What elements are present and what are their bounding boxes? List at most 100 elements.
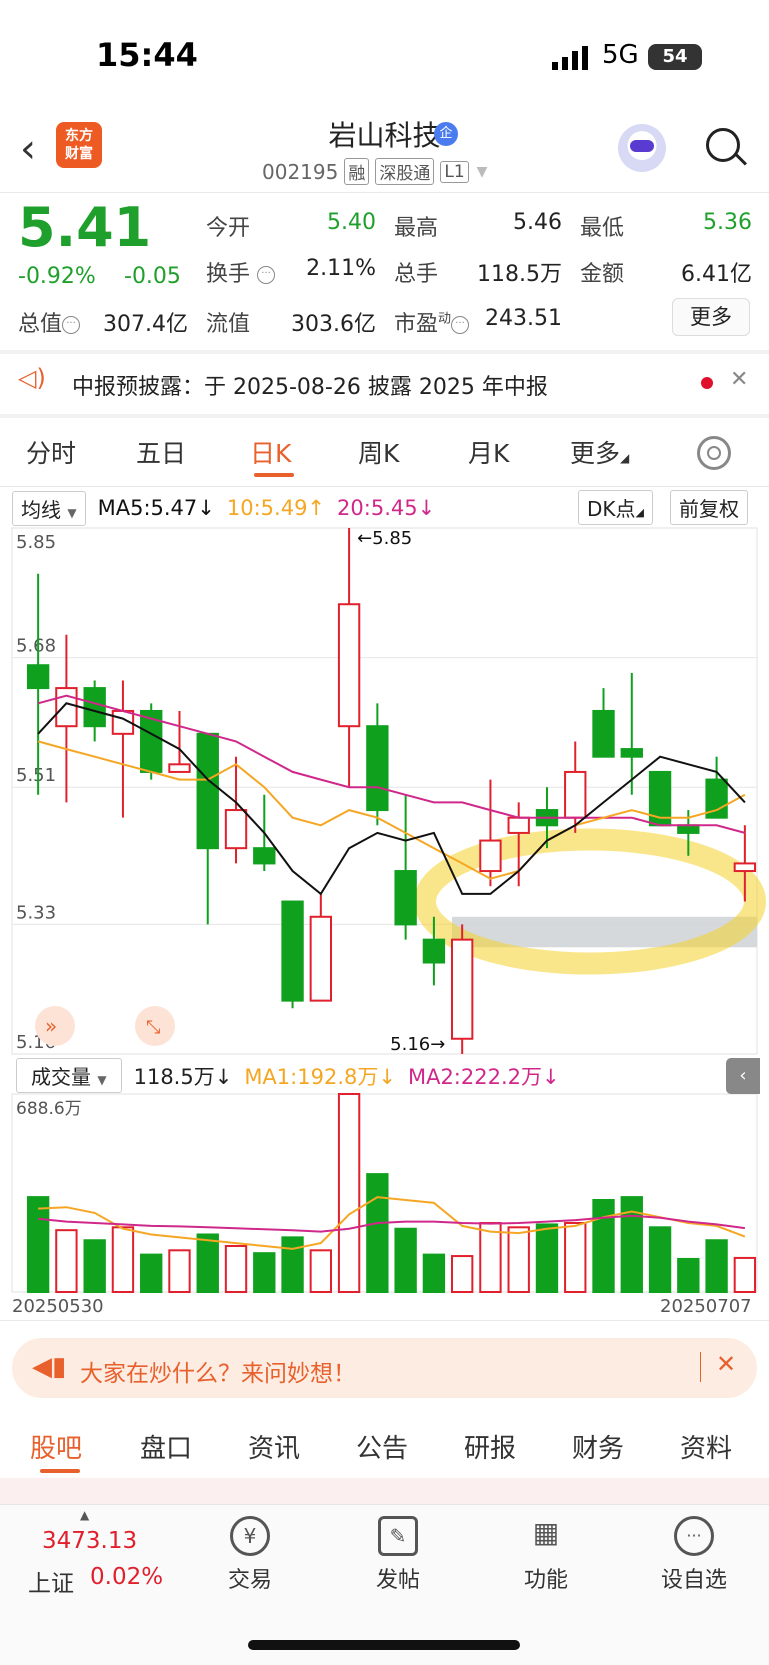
info-icon[interactable]: ···	[257, 266, 276, 284]
price-panel: 5.855.685.515.335.16←5.855.16→» ⤡	[11, 527, 766, 1055]
volume-bar	[140, 1253, 163, 1294]
volume-value: 118.5万	[477, 262, 562, 287]
volume-bar	[535, 1223, 559, 1293]
info-icon[interactable]: ···	[62, 316, 81, 334]
ma10-value: 10:5.49↑	[226, 496, 326, 520]
watchlist-icon[interactable]: ···	[674, 1516, 714, 1556]
candle-body	[450, 938, 474, 1040]
tab-finance[interactable]: 财务	[572, 1428, 624, 1465]
candle-body	[196, 732, 219, 850]
pe-value: 243.51	[485, 306, 562, 331]
index-name: 上证	[28, 1571, 74, 1597]
change-amount: -0.05	[124, 264, 181, 289]
speaker-icon: ◁)	[18, 364, 46, 392]
dk-point-button[interactable]: DK点◢	[578, 490, 653, 525]
candle-body	[677, 824, 700, 834]
megaphone-icon: ◀▮	[32, 1352, 67, 1382]
volume-bar	[479, 1221, 502, 1293]
index-value[interactable]: 3473.13	[42, 1528, 137, 1554]
info-icon[interactable]: ···	[451, 316, 470, 334]
tab-announcements[interactable]: 公告	[356, 1428, 408, 1465]
caret-up-icon: ▲	[80, 1508, 90, 1522]
network-type: 5G	[602, 40, 639, 70]
last-price: 5.41	[18, 196, 152, 259]
candle-body	[253, 847, 276, 865]
trade-icon[interactable]: ¥	[230, 1516, 270, 1556]
volume-bar	[450, 1255, 474, 1293]
adjust-price-button[interactable]: 前复权	[670, 490, 748, 525]
high-label: 最高	[394, 216, 439, 241]
stock-code-row[interactable]: 002195 融 深股通 L1 ▼	[262, 158, 487, 185]
collapse-panel-icon[interactable]: ‹	[726, 1058, 760, 1094]
candle-body	[168, 763, 191, 773]
y-tick-label: 5.33	[16, 902, 56, 923]
more-button[interactable]: 更多	[672, 298, 750, 336]
post-button[interactable]: 发帖	[348, 1562, 448, 1594]
volume-legend: 成交量 ▼ 118.5万↓ MA1:192.8万↓ MA2:222.2万↓	[16, 1058, 560, 1093]
tab-guba[interactable]: 股吧	[30, 1428, 82, 1465]
functions-button[interactable]: 功能	[496, 1562, 596, 1594]
stock-code: 002195	[262, 159, 339, 184]
tab-active-indicator	[254, 473, 294, 477]
tab-weekly-k[interactable]: 周K	[358, 434, 399, 470]
home-indicator	[248, 1640, 520, 1650]
candle-body	[733, 862, 757, 873]
volume-bar	[422, 1253, 446, 1294]
tab-pankou[interactable]: 盘口	[140, 1428, 192, 1465]
indicator-select[interactable]: 均线 ▼	[12, 490, 86, 526]
market-cap-value: 307.4亿	[103, 312, 188, 337]
search-icon[interactable]	[706, 128, 740, 162]
enterprise-badge: 企	[434, 122, 458, 146]
candle-body	[281, 900, 304, 1002]
volume-bar	[309, 1249, 333, 1293]
index-change: 0.02%	[90, 1564, 164, 1590]
volume-bar	[83, 1239, 106, 1293]
volume-bar	[253, 1252, 276, 1294]
candle-body	[479, 839, 502, 873]
volume-bar	[196, 1233, 219, 1293]
open-value: 5.40	[327, 210, 376, 235]
tab-monthly-k[interactable]: 月K	[468, 434, 509, 470]
y-tick-label: 5.68	[16, 636, 56, 657]
high-value: 5.46	[513, 210, 562, 235]
close-icon[interactable]: ✕	[716, 1350, 736, 1378]
tab-daily-k[interactable]: 日K	[250, 434, 291, 470]
kline-chart[interactable]: 5.855.685.515.335.16←5.855.16→» ⤡ 688.6万	[0, 524, 769, 1314]
tab-active-indicator	[40, 1469, 80, 1473]
tab-news[interactable]: 资讯	[248, 1428, 300, 1465]
signal-icon	[552, 46, 588, 70]
tab-five-day[interactable]: 五日	[136, 434, 186, 470]
tab-research[interactable]: 研报	[464, 1428, 516, 1465]
candle-body	[564, 770, 587, 819]
double-chevron-icon: »	[45, 1014, 57, 1038]
divider	[0, 192, 769, 193]
add-watchlist-button[interactable]: 设自选	[644, 1562, 744, 1594]
tab-profile[interactable]: 资料	[680, 1428, 732, 1465]
amount-value: 6.41亿	[681, 262, 752, 287]
low-annotation: 5.16→	[390, 1034, 445, 1055]
amount-label: 金额	[580, 262, 625, 287]
divider	[0, 414, 769, 418]
volume-bar	[394, 1227, 417, 1293]
post-icon[interactable]: ✎	[378, 1516, 418, 1556]
volume-select[interactable]: 成交量 ▼	[16, 1058, 122, 1093]
tab-more[interactable]: 更多◢	[570, 434, 629, 470]
volume-bar	[564, 1221, 587, 1293]
turnover-value: 2.11%	[306, 256, 376, 281]
ai-assistant-visor	[630, 140, 654, 152]
tag-margin: 融	[344, 158, 370, 185]
volume-bar	[111, 1226, 135, 1294]
candle-body	[592, 709, 615, 758]
high-annotation: ←5.85	[357, 528, 412, 549]
ma20-value: 20:5.45↓	[337, 496, 436, 520]
trade-button[interactable]: 交易	[200, 1562, 300, 1594]
volume-bar	[224, 1244, 248, 1293]
status-bar: 15:44 5G 54	[0, 0, 769, 110]
turnover-label: 换手 ···	[206, 256, 276, 288]
volume-current: 118.5万↓	[133, 1064, 233, 1089]
functions-icon[interactable]: ▦	[526, 1516, 566, 1556]
tab-intraday[interactable]: 分时	[26, 434, 76, 470]
close-icon[interactable]: ✕	[730, 367, 748, 392]
date-end: 20250707	[660, 1296, 752, 1317]
candle-body	[337, 603, 361, 728]
